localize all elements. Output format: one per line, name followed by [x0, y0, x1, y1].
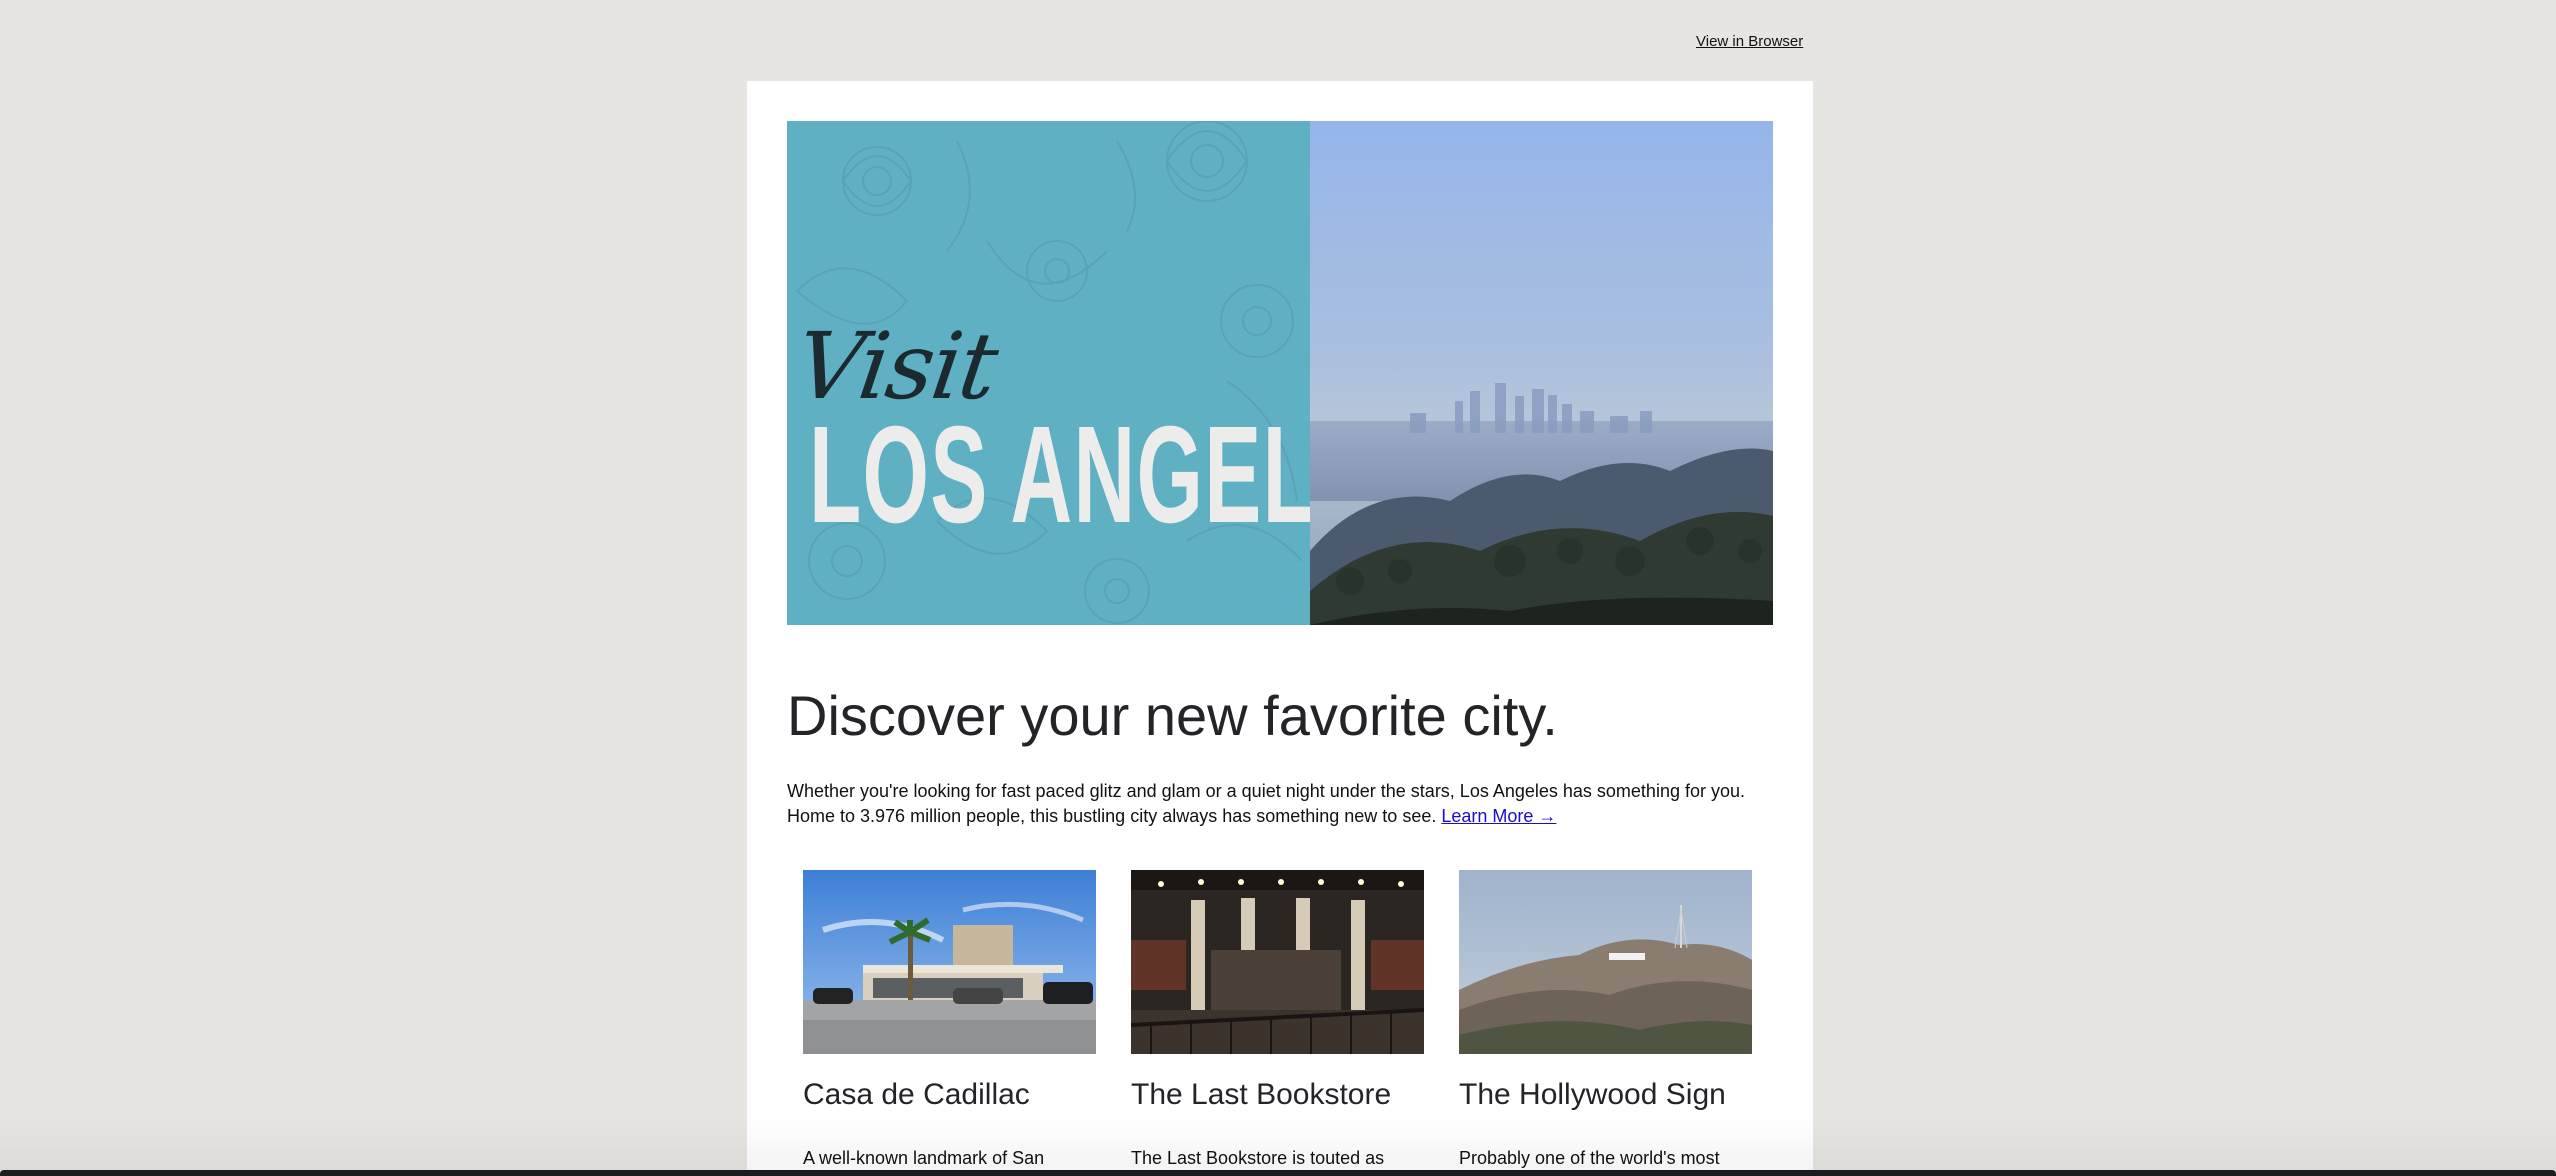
email-card: Visit LOS ANGELES — [747, 81, 1813, 1176]
hollywood-sign-image[interactable] — [1459, 870, 1752, 1054]
feature-title: The Hollywood Sign — [1459, 1078, 1726, 1111]
window-bottom-edge — [0, 1170, 2556, 1176]
feature-description: The Last Bookstore is touted as — [1131, 1148, 1385, 1168]
feature-card: The Hollywood Sign Probably one of the w… — [1459, 870, 1752, 1168]
hero-city-title: LOS ANGELES — [809, 398, 1310, 552]
hero-banner[interactable]: Visit LOS ANGELES — [787, 121, 1773, 625]
intro-paragraph: Whether you're looking for fast paced gl… — [787, 779, 1773, 829]
feature-description: A well-known landmark of San — [803, 1148, 1045, 1168]
intro-text: Whether you're looking for fast paced gl… — [787, 781, 1745, 826]
last-bookstore-image[interactable] — [1131, 870, 1424, 1054]
view-in-browser-link[interactable]: View in Browser — [1696, 33, 1803, 50]
learn-more-link[interactable]: Learn More → — [1441, 806, 1556, 826]
feature-card: The Last Bookstore The Last Bookstore is… — [1131, 870, 1424, 1168]
hero-title-panel: Visit LOS ANGELES — [787, 121, 1310, 625]
page-headline: Discover your new favorite city. — [787, 684, 1558, 747]
feature-card: Casa de Cadillac A well-known landmark o… — [803, 870, 1096, 1168]
feature-title: Casa de Cadillac — [803, 1078, 1030, 1111]
feature-title: The Last Bookstore — [1131, 1078, 1392, 1111]
hero-skyline-photo — [1310, 121, 1773, 625]
feature-description: Probably one of the world's most — [1459, 1148, 1720, 1168]
casa-de-cadillac-image[interactable] — [803, 870, 1096, 1054]
skyline-image — [1310, 121, 1773, 625]
viewport: View in Browser Visit LOS ANGEL Discover… — [0, 0, 2556, 1176]
